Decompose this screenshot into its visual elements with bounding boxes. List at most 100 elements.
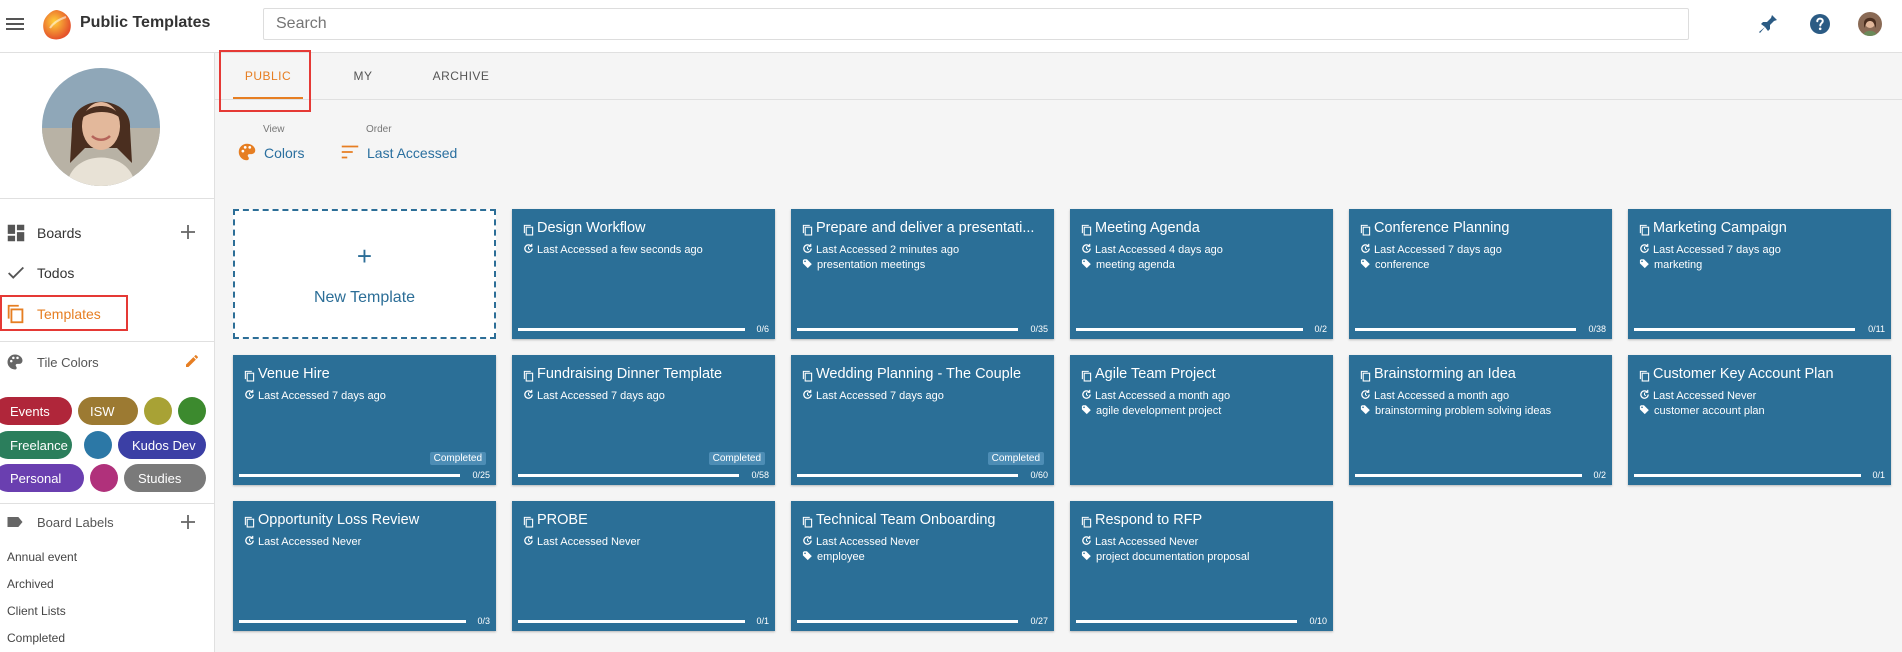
user-avatar[interactable] xyxy=(1858,12,1882,36)
board-label-item[interactable]: Completed xyxy=(7,631,65,645)
add-board-icon[interactable] xyxy=(178,222,198,242)
chip-label: Freelance xyxy=(10,437,68,453)
color-chip-isw[interactable]: ISW xyxy=(78,397,138,425)
tile-title: Design Workflow xyxy=(537,220,646,236)
template-tile[interactable]: Opportunity Loss Review Last Accessed Nev… xyxy=(233,501,496,631)
color-chip-magenta[interactable] xyxy=(90,464,118,492)
template-tile[interactable]: Conference Planning Last Accessed 7 days … xyxy=(1349,209,1612,339)
tile-tags: customer account plan xyxy=(1639,404,1765,418)
task-count: 0/3 xyxy=(477,616,490,626)
template-tile[interactable]: Design Workflow Last Accessed a few secon… xyxy=(512,209,775,339)
color-chip-blue[interactable] xyxy=(84,431,112,459)
tile-title: Brainstorming an Idea xyxy=(1374,366,1516,382)
template-tile[interactable]: Marketing Campaign Last Accessed 7 days a… xyxy=(1628,209,1891,339)
divider xyxy=(0,198,214,199)
template-tile[interactable]: Brainstorming an Idea Last Accessed a mon… xyxy=(1349,355,1612,485)
pin-icon[interactable] xyxy=(1756,12,1780,36)
board-label-item[interactable]: Client Lists xyxy=(7,604,66,618)
search-input[interactable] xyxy=(263,8,1689,40)
template-tile[interactable]: Customer Key Account Plan Last Accessed N… xyxy=(1628,355,1891,485)
progress-bar xyxy=(1076,328,1303,331)
tile-title: Marketing Campaign xyxy=(1653,220,1787,236)
color-chip-kudos-dev[interactable]: Kudos Dev xyxy=(118,431,206,459)
progress-bar xyxy=(1355,474,1582,477)
view-select[interactable]: Colors xyxy=(264,145,304,161)
last-accessed-text: Last Accessed a month ago xyxy=(1374,390,1510,402)
templates-highlight-box xyxy=(0,295,128,331)
history-icon xyxy=(1639,389,1653,403)
template-icon xyxy=(523,223,534,236)
last-accessed-text: Last Accessed 7 days ago xyxy=(1653,244,1781,256)
template-tile[interactable]: Technical Team Onboarding Last Accessed N… xyxy=(791,501,1054,631)
board-label-item[interactable]: Archived xyxy=(7,577,54,591)
color-chip-olive[interactable] xyxy=(144,397,172,425)
sidebar-item-todos[interactable]: Todos xyxy=(0,256,214,290)
edit-icon[interactable] xyxy=(184,353,200,369)
history-icon xyxy=(802,535,816,549)
color-chip-freelance[interactable]: Freelance xyxy=(0,431,72,459)
sidebar-item-boards[interactable]: Boards xyxy=(0,216,214,250)
tile-tags: project documentation proposal xyxy=(1081,550,1249,564)
template-tile[interactable]: Prepare and deliver a presentati... Last … xyxy=(791,209,1054,339)
task-count: 0/6 xyxy=(756,324,769,334)
chip-label: Kudos Dev xyxy=(132,437,196,453)
progress-bar xyxy=(518,474,739,477)
tile-last-accessed: Last Accessed a few seconds ago xyxy=(523,243,703,257)
tab-archive[interactable]: ARCHIVE xyxy=(405,53,517,99)
template-tile[interactable]: PROBE Last Accessed Never 0/1 xyxy=(512,501,775,631)
template-tile[interactable]: Respond to RFP Last Accessed Never project… xyxy=(1070,501,1333,631)
color-chip-studies[interactable]: Studies xyxy=(124,464,206,492)
tile-last-accessed: Last Accessed 7 days ago xyxy=(244,389,386,403)
task-count: 0/2 xyxy=(1314,324,1327,334)
tags-text: marketing xyxy=(1654,259,1703,271)
plus-icon: + xyxy=(356,241,373,271)
task-count: 0/1 xyxy=(756,616,769,626)
last-accessed-text: Last Accessed 7 days ago xyxy=(258,390,386,402)
order-select[interactable]: Last Accessed xyxy=(367,145,457,161)
tile-title: PROBE xyxy=(537,512,588,528)
template-tile[interactable]: Fundraising Dinner Template Last Accessed… xyxy=(512,355,775,485)
chip-label: Events xyxy=(10,403,50,419)
add-label-icon[interactable] xyxy=(178,512,198,532)
progress-bar xyxy=(1634,474,1861,477)
palette-icon[interactable] xyxy=(236,141,258,163)
task-count: 0/1 xyxy=(1872,470,1885,480)
new-template-tile[interactable]: + New Template xyxy=(233,209,496,339)
tile-title: Venue Hire xyxy=(258,366,330,382)
tile-last-accessed: Last Accessed 7 days ago xyxy=(1360,243,1502,257)
menu-icon[interactable] xyxy=(6,15,24,31)
template-icon xyxy=(802,223,813,236)
progress-bar xyxy=(797,328,1018,331)
history-icon xyxy=(244,389,258,403)
template-tile[interactable]: Agile Team Project Last Accessed a month … xyxy=(1070,355,1333,485)
color-chip-events[interactable]: Events xyxy=(0,397,72,425)
help-icon[interactable] xyxy=(1808,12,1832,36)
task-count: 0/38 xyxy=(1588,324,1606,334)
new-template-label: New Template xyxy=(313,289,416,306)
sidebar-item-label: Boards xyxy=(37,225,82,241)
task-count: 0/58 xyxy=(751,470,769,480)
sidebar-item-label: Todos xyxy=(37,265,75,281)
tile-last-accessed: Last Accessed a month ago xyxy=(1360,389,1509,403)
tags-text: project documentation proposal xyxy=(1096,551,1250,563)
template-tile[interactable]: Venue Hire Last Accessed 7 days ago Comple… xyxy=(233,355,496,485)
tile-last-accessed: Last Accessed 2 minutes ago xyxy=(802,243,959,257)
divider xyxy=(0,341,214,342)
tile-title: Opportunity Loss Review xyxy=(258,512,420,528)
divider xyxy=(0,503,214,504)
board-label-item[interactable]: Annual event xyxy=(7,550,77,564)
order-label: Order xyxy=(366,124,392,135)
tile-tags: agile development project xyxy=(1081,404,1221,418)
template-tile[interactable]: Meeting Agenda Last Accessed 4 days ago me… xyxy=(1070,209,1333,339)
tag-icon xyxy=(802,550,817,564)
color-chip-green[interactable] xyxy=(178,397,206,425)
view-label: View xyxy=(263,124,285,135)
sort-icon[interactable] xyxy=(339,141,361,163)
template-tile[interactable]: Wedding Planning - The Couple Last Access… xyxy=(791,355,1054,485)
task-count: 0/11 xyxy=(1868,324,1885,334)
last-accessed-text: Last Accessed 7 days ago xyxy=(537,390,665,402)
tab-my[interactable]: MY xyxy=(327,53,399,99)
history-icon xyxy=(1081,243,1095,257)
history-icon xyxy=(1081,535,1095,549)
color-chip-personal[interactable]: Personal xyxy=(0,464,84,492)
